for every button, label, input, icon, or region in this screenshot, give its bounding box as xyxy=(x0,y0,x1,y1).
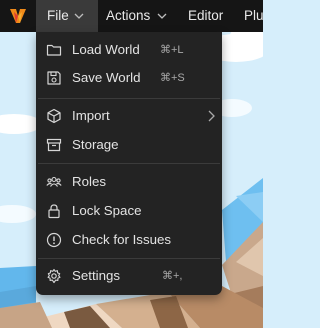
menubar-file-label: File xyxy=(47,8,69,23)
menu-item-roles[interactable]: Roles xyxy=(36,168,222,196)
menubar-plugins[interactable]: Plu xyxy=(235,0,263,32)
menu-item-lock-space[interactable]: Lock Space xyxy=(36,197,222,225)
save-icon xyxy=(47,71,61,85)
shortcut-hint: ⌘+L xyxy=(160,44,184,56)
gear-icon xyxy=(47,268,61,284)
menu-item-label: Import xyxy=(72,108,110,123)
menubar-file[interactable]: File xyxy=(36,0,98,32)
users-icon xyxy=(46,176,62,187)
menu-item-check-for-issues[interactable]: Check for Issues xyxy=(36,226,222,254)
menu-item-label: Lock Space xyxy=(72,203,142,218)
menubar-editor-label: Editor xyxy=(188,8,224,23)
menubar-actions-label: Actions xyxy=(106,8,151,23)
menu-item-load-world[interactable]: Load World ⌘+L xyxy=(36,36,222,64)
menu-item-label: Storage xyxy=(72,137,119,152)
menu-item-label: Load World xyxy=(72,42,140,57)
chevron-down-icon xyxy=(74,13,84,19)
menubar-actions[interactable]: Actions xyxy=(98,0,178,32)
menu-item-save-world[interactable]: Save World ⌘+S xyxy=(36,64,222,92)
menu-item-label: Save World xyxy=(72,70,141,85)
chevron-right-icon xyxy=(208,110,215,122)
menu-item-import[interactable]: Import xyxy=(36,102,222,130)
menu-item-storage[interactable]: Storage xyxy=(36,131,222,159)
cube-icon xyxy=(47,108,61,124)
menu-divider xyxy=(38,258,220,259)
app-logo-icon[interactable] xyxy=(9,7,27,25)
top-menubar: File Actions Editor Plu xyxy=(0,0,263,32)
archive-icon xyxy=(46,138,62,152)
folder-icon xyxy=(46,44,62,56)
menu-divider xyxy=(38,98,220,99)
menu-item-settings[interactable]: Settings ⌘+, xyxy=(36,262,222,290)
menu-item-label: Settings xyxy=(72,268,121,283)
alert-circle-icon xyxy=(46,232,62,248)
shortcut-hint: ⌘+, xyxy=(162,270,183,282)
chevron-down-icon xyxy=(157,13,167,19)
file-menu-dropdown: Load World ⌘+L Save World ⌘+S Import Sto… xyxy=(36,32,222,295)
menu-item-label: Roles xyxy=(72,174,106,189)
menubar-editor[interactable]: Editor xyxy=(178,0,232,32)
menu-divider xyxy=(38,163,220,164)
menubar-plugins-label: Plu xyxy=(244,8,263,23)
shortcut-hint: ⌘+S xyxy=(160,72,185,84)
lock-icon xyxy=(48,204,60,219)
menu-item-label: Check for Issues xyxy=(72,232,172,247)
